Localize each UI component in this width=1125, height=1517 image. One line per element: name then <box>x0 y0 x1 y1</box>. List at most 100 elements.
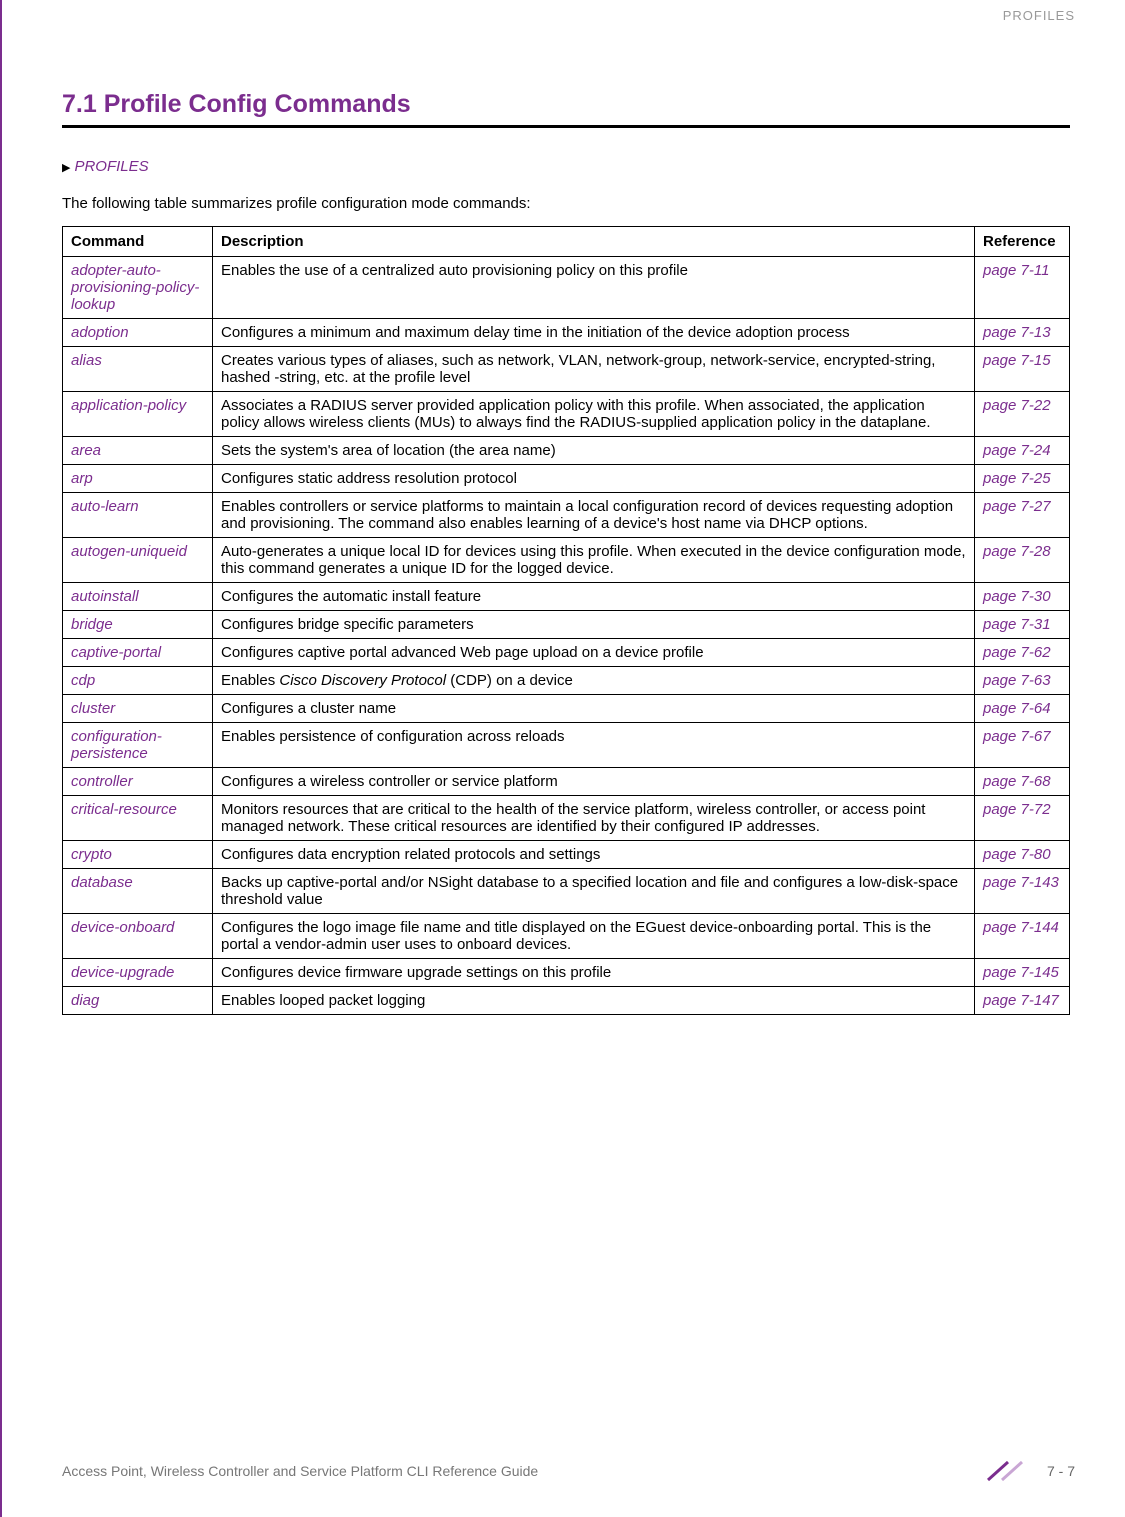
command-description: Enables the use of a centralized auto pr… <box>213 257 975 319</box>
table-row: auto-learnEnables controllers or service… <box>63 493 1070 538</box>
footer-page-number: 7 - 7 <box>1047 1463 1075 1479</box>
breadcrumb-arrow-icon: ▶ <box>62 162 70 174</box>
reference-link[interactable]: page 7-11 <box>975 257 1070 319</box>
table-row: arpConfigures static address resolution … <box>63 465 1070 493</box>
command-description: Configures captive portal advanced Web p… <box>213 639 975 667</box>
reference-link[interactable]: page 7-144 <box>975 914 1070 959</box>
table-row: critical-resourceMonitors resources that… <box>63 796 1070 841</box>
command-link[interactable]: cdp <box>63 667 213 695</box>
reference-link[interactable]: page 7-22 <box>975 392 1070 437</box>
reference-link[interactable]: page 7-143 <box>975 869 1070 914</box>
intro-text: The following table summarizes profile c… <box>62 195 1070 212</box>
footer: Access Point, Wireless Controller and Se… <box>62 1460 1075 1482</box>
reference-link[interactable]: page 7-147 <box>975 987 1070 1015</box>
reference-link[interactable]: page 7-80 <box>975 841 1070 869</box>
command-description: Configures static address resolution pro… <box>213 465 975 493</box>
command-description: Configures data encryption related proto… <box>213 841 975 869</box>
table-row: device-onboardConfigures the logo image … <box>63 914 1070 959</box>
table-row: application-policyAssociates a RADIUS se… <box>63 392 1070 437</box>
th-description: Description <box>213 227 975 257</box>
command-link[interactable]: arp <box>63 465 213 493</box>
reference-link[interactable]: page 7-72 <box>975 796 1070 841</box>
table-header-row: Command Description Reference <box>63 227 1070 257</box>
command-link[interactable]: critical-resource <box>63 796 213 841</box>
command-link[interactable]: adoption <box>63 319 213 347</box>
command-link[interactable]: application-policy <box>63 392 213 437</box>
command-description: Configures bridge specific parameters <box>213 611 975 639</box>
table-row: device-upgradeConfigures device firmware… <box>63 959 1070 987</box>
reference-link[interactable]: page 7-64 <box>975 695 1070 723</box>
th-command: Command <box>63 227 213 257</box>
command-description: Configures the automatic install feature <box>213 583 975 611</box>
breadcrumb-text: PROFILES <box>74 158 148 175</box>
table-row: aliasCreates various types of aliases, s… <box>63 347 1070 392</box>
page: PROFILES 7.1 Profile Config Commands ▶ PR… <box>0 0 1125 1517</box>
table-row: clusterConfigures a cluster namepage 7-6… <box>63 695 1070 723</box>
command-description: Configures a minimum and maximum delay t… <box>213 319 975 347</box>
reference-link[interactable]: page 7-62 <box>975 639 1070 667</box>
command-link[interactable]: area <box>63 437 213 465</box>
footer-slash-icon <box>980 1460 1035 1482</box>
command-link[interactable]: crypto <box>63 841 213 869</box>
command-description: Monitors resources that are critical to … <box>213 796 975 841</box>
table-row: captive-portalConfigures captive portal … <box>63 639 1070 667</box>
section-title: 7.1 Profile Config Commands <box>62 90 1070 119</box>
reference-link[interactable]: page 7-67 <box>975 723 1070 768</box>
reference-link[interactable]: page 7-13 <box>975 319 1070 347</box>
reference-link[interactable]: page 7-145 <box>975 959 1070 987</box>
command-link[interactable]: auto-learn <box>63 493 213 538</box>
command-link[interactable]: alias <box>63 347 213 392</box>
content-area: 7.1 Profile Config Commands ▶ PROFILES Th… <box>2 0 1125 1015</box>
reference-link[interactable]: page 7-63 <box>975 667 1070 695</box>
reference-link[interactable]: page 7-24 <box>975 437 1070 465</box>
reference-link[interactable]: page 7-68 <box>975 768 1070 796</box>
reference-link[interactable]: page 7-25 <box>975 465 1070 493</box>
command-link[interactable]: diag <box>63 987 213 1015</box>
command-description: Associates a RADIUS server provided appl… <box>213 392 975 437</box>
breadcrumb[interactable]: ▶ PROFILES <box>62 158 1070 175</box>
reference-link[interactable]: page 7-15 <box>975 347 1070 392</box>
table-row: cdpEnables Cisco Discovery Protocol (CDP… <box>63 667 1070 695</box>
command-link[interactable]: controller <box>63 768 213 796</box>
command-link[interactable]: cluster <box>63 695 213 723</box>
command-description: Auto-generates a unique local ID for dev… <box>213 538 975 583</box>
section-title-underline <box>62 125 1070 128</box>
command-link[interactable]: device-onboard <box>63 914 213 959</box>
table-row: cryptoConfigures data encryption related… <box>63 841 1070 869</box>
command-link[interactable]: database <box>63 869 213 914</box>
command-description: Configures a wireless controller or serv… <box>213 768 975 796</box>
command-description: Enables persistence of configuration acr… <box>213 723 975 768</box>
command-link[interactable]: captive-portal <box>63 639 213 667</box>
command-link[interactable]: configuration-persistence <box>63 723 213 768</box>
reference-link[interactable]: page 7-31 <box>975 611 1070 639</box>
command-description: Backs up captive-portal and/or NSight da… <box>213 869 975 914</box>
table-row: diagEnables looped packet loggingpage 7-… <box>63 987 1070 1015</box>
th-reference: Reference <box>975 227 1070 257</box>
command-description: Configures device firmware upgrade setti… <box>213 959 975 987</box>
table-row: areaSets the system's area of location (… <box>63 437 1070 465</box>
table-row: bridgeConfigures bridge specific paramet… <box>63 611 1070 639</box>
footer-doc-title: Access Point, Wireless Controller and Se… <box>62 1463 538 1479</box>
header-label: PROFILES <box>1003 8 1075 23</box>
table-row: adoptionConfigures a minimum and maximum… <box>63 319 1070 347</box>
command-link[interactable]: adopter-auto-provisioning-policy-lookup <box>63 257 213 319</box>
command-description: Enables Cisco Discovery Protocol (CDP) o… <box>213 667 975 695</box>
footer-right: 7 - 7 <box>980 1460 1075 1482</box>
table-row: configuration-persistenceEnables persist… <box>63 723 1070 768</box>
reference-link[interactable]: page 7-27 <box>975 493 1070 538</box>
table-row: controllerConfigures a wireless controll… <box>63 768 1070 796</box>
command-link[interactable]: autoinstall <box>63 583 213 611</box>
table-row: autogen-uniqueidAuto-generates a unique … <box>63 538 1070 583</box>
command-description: Configures the logo image file name and … <box>213 914 975 959</box>
reference-link[interactable]: page 7-30 <box>975 583 1070 611</box>
table-row: autoinstallConfigures the automatic inst… <box>63 583 1070 611</box>
command-link[interactable]: bridge <box>63 611 213 639</box>
command-description: Creates various types of aliases, such a… <box>213 347 975 392</box>
command-link[interactable]: device-upgrade <box>63 959 213 987</box>
table-row: adopter-auto-provisioning-policy-lookupE… <box>63 257 1070 319</box>
command-link[interactable]: autogen-uniqueid <box>63 538 213 583</box>
commands-table: Command Description Reference adopter-au… <box>62 226 1070 1015</box>
reference-link[interactable]: page 7-28 <box>975 538 1070 583</box>
command-description: Enables controllers or service platforms… <box>213 493 975 538</box>
command-description: Sets the system's area of location (the … <box>213 437 975 465</box>
